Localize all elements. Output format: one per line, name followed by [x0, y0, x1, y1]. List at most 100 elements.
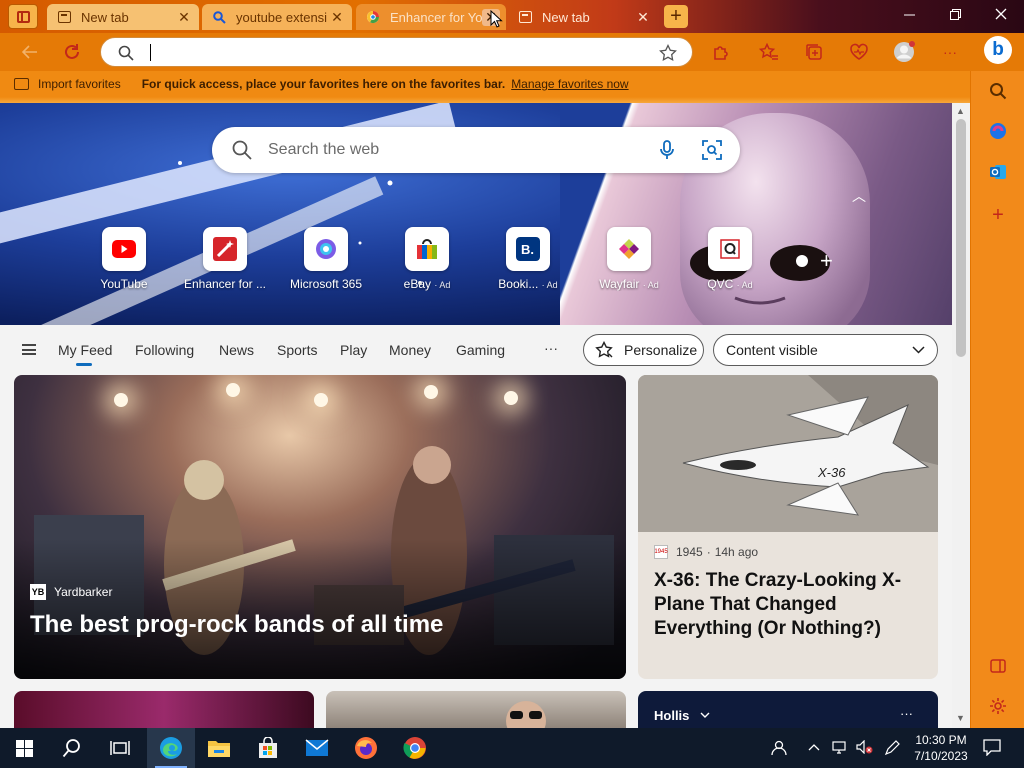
tab-enhancer[interactable]: Enhancer for Yo ✕	[356, 4, 506, 30]
hamburger-menu-icon[interactable]	[22, 344, 36, 355]
quick-link-microsoft-365[interactable]: Microsoft 365	[276, 227, 376, 291]
back-arrow-icon	[22, 45, 37, 59]
content-visibility-dropdown[interactable]: Content visible	[713, 334, 938, 366]
close-tab-button[interactable]: ✕	[634, 9, 652, 26]
new-tab-button[interactable]: +	[664, 5, 688, 28]
visual-search-icon[interactable]	[702, 140, 722, 160]
close-icon	[995, 8, 1007, 20]
feed-tab-play[interactable]: Play	[340, 342, 367, 358]
bing-chat-icon[interactable]: b	[984, 36, 1012, 64]
page-scrollbar[interactable]: ▲ ▼	[952, 103, 970, 728]
chevron-down-icon[interactable]	[700, 712, 710, 719]
taskbar-mail[interactable]	[293, 728, 341, 768]
quick-link-youtube[interactable]: YouTube	[74, 227, 174, 291]
quick-link-qvc[interactable]: QVC · Ad	[680, 227, 780, 291]
feed-tab-money[interactable]: Money	[389, 342, 431, 358]
weather-card[interactable]: Hollis ···	[638, 691, 938, 731]
ad-badge: · Ad	[434, 280, 451, 290]
scrollbar-thumb[interactable]	[956, 119, 966, 357]
manage-favorites-link[interactable]: Manage favorites now	[511, 77, 628, 91]
collapse-chevron-icon[interactable]: ︿	[852, 186, 866, 206]
collections-icon[interactable]	[802, 40, 826, 64]
tab-youtube-extension[interactable]: youtube extensi ✕	[202, 4, 352, 30]
taskbar-search-button[interactable]	[48, 728, 96, 768]
taskbar-chrome[interactable]	[391, 728, 439, 768]
tab-title: New tab	[542, 9, 590, 25]
web-search-box[interactable]: Search the web	[212, 127, 740, 173]
profile-avatar[interactable]	[892, 40, 916, 64]
close-tab-button[interactable]: ✕	[328, 9, 346, 26]
feed-tab-my-feed[interactable]: My Feed	[58, 342, 112, 366]
address-bar[interactable]	[100, 37, 693, 67]
article-card-main[interactable]: YB Yardbarker The best prog-rock bands o…	[14, 375, 626, 679]
search-icon[interactable]	[988, 81, 1008, 101]
content-visible-label: Content visible	[726, 342, 818, 358]
favorite-star-icon[interactable]	[659, 44, 677, 62]
ad-badge: · Ad	[736, 280, 753, 290]
taskbar-clock[interactable]: 10:30 PM 7/10/2023	[910, 732, 972, 764]
quick-link-label: YouTube	[100, 277, 148, 291]
feed-more-button[interactable]: ···	[544, 340, 558, 356]
taskbar-file-explorer[interactable]	[195, 728, 243, 768]
outlook-icon[interactable]	[988, 162, 1008, 182]
refresh-button[interactable]	[58, 38, 86, 66]
article-card-bottom-2[interactable]	[326, 691, 626, 731]
favorites-icon[interactable]	[757, 40, 781, 64]
tab-actions-button[interactable]	[8, 4, 38, 29]
taskbar-firefox[interactable]	[342, 728, 390, 768]
copilot-icon[interactable]	[988, 121, 1008, 141]
notifications-icon[interactable]	[983, 739, 1001, 759]
settings-more-icon[interactable]: ···	[938, 40, 962, 64]
article-headline[interactable]: The best prog-rock bands of all time	[30, 611, 443, 639]
quick-link-wayfair[interactable]: Wayfair · Ad	[579, 227, 679, 291]
article-headline[interactable]: X-36: The Crazy-Looking X-Plane That Cha…	[654, 569, 924, 641]
feed-tab-following[interactable]: Following	[135, 342, 194, 358]
add-sidebar-app-icon[interactable]: +	[988, 204, 1008, 226]
pen-workspace-icon[interactable]	[884, 740, 900, 759]
search-icon	[118, 45, 134, 61]
restore-button[interactable]	[932, 0, 978, 33]
refresh-icon	[65, 44, 79, 59]
close-window-button[interactable]	[978, 0, 1024, 33]
import-favorites-button[interactable]: Import favorites	[14, 77, 121, 91]
article-card-side[interactable]: X-36 1945 1945 · 14h ago X-36: The Crazy…	[638, 375, 938, 679]
tab-new-tab-2[interactable]: New tab ✕	[508, 4, 658, 30]
people-icon[interactable]	[771, 740, 789, 759]
article-card-bottom-1[interactable]	[14, 691, 314, 731]
feed-tab-gaming[interactable]: Gaming	[456, 342, 505, 358]
personalize-button[interactable]: Personalize	[583, 334, 704, 366]
browser-essentials-icon[interactable]	[847, 40, 871, 64]
split-screen-icon[interactable]	[988, 656, 1008, 676]
scroll-down-arrow-icon[interactable]: ▼	[956, 713, 965, 723]
volume-muted-icon[interactable]	[856, 739, 874, 757]
show-hidden-icons-chevron-icon[interactable]	[808, 739, 820, 754]
article-source: YB Yardbarker	[30, 584, 112, 600]
quick-link-booking[interactable]: B. Booki... · Ad	[478, 227, 578, 291]
mail-icon	[305, 739, 329, 756]
text-caret	[150, 44, 151, 61]
close-tab-button[interactable]: ✕	[175, 9, 193, 26]
minimize-icon	[903, 14, 915, 16]
quick-link-ebay[interactable]: eBay · Ad	[377, 227, 477, 291]
taskbar-edge[interactable]	[147, 728, 195, 768]
svg-text:B.: B.	[521, 242, 534, 257]
taskbar-store[interactable]	[244, 728, 292, 768]
feed-tab-news[interactable]: News	[219, 342, 254, 358]
network-icon[interactable]	[832, 740, 848, 757]
feed-tab-sports[interactable]: Sports	[277, 342, 317, 358]
weather-more-button[interactable]: ···	[900, 706, 913, 721]
minimize-button[interactable]	[886, 0, 932, 33]
quick-link-enhancer[interactable]: Enhancer for ...	[175, 227, 275, 291]
weather-location[interactable]: Hollis	[654, 708, 689, 723]
ebay-icon	[405, 227, 449, 271]
microphone-icon[interactable]	[660, 140, 674, 160]
tab-new-tab-1[interactable]: New tab ✕	[47, 4, 199, 30]
extensions-icon[interactable]	[709, 40, 733, 64]
back-button[interactable]	[16, 38, 44, 66]
add-shortcut-icon[interactable]: +	[820, 248, 833, 274]
article-time: 14h ago	[714, 545, 759, 559]
sidebar-settings-gear-icon[interactable]	[988, 696, 1008, 716]
task-view-button[interactable]	[96, 728, 144, 768]
start-button[interactable]	[0, 728, 48, 768]
scroll-up-arrow-icon[interactable]: ▲	[956, 106, 965, 116]
